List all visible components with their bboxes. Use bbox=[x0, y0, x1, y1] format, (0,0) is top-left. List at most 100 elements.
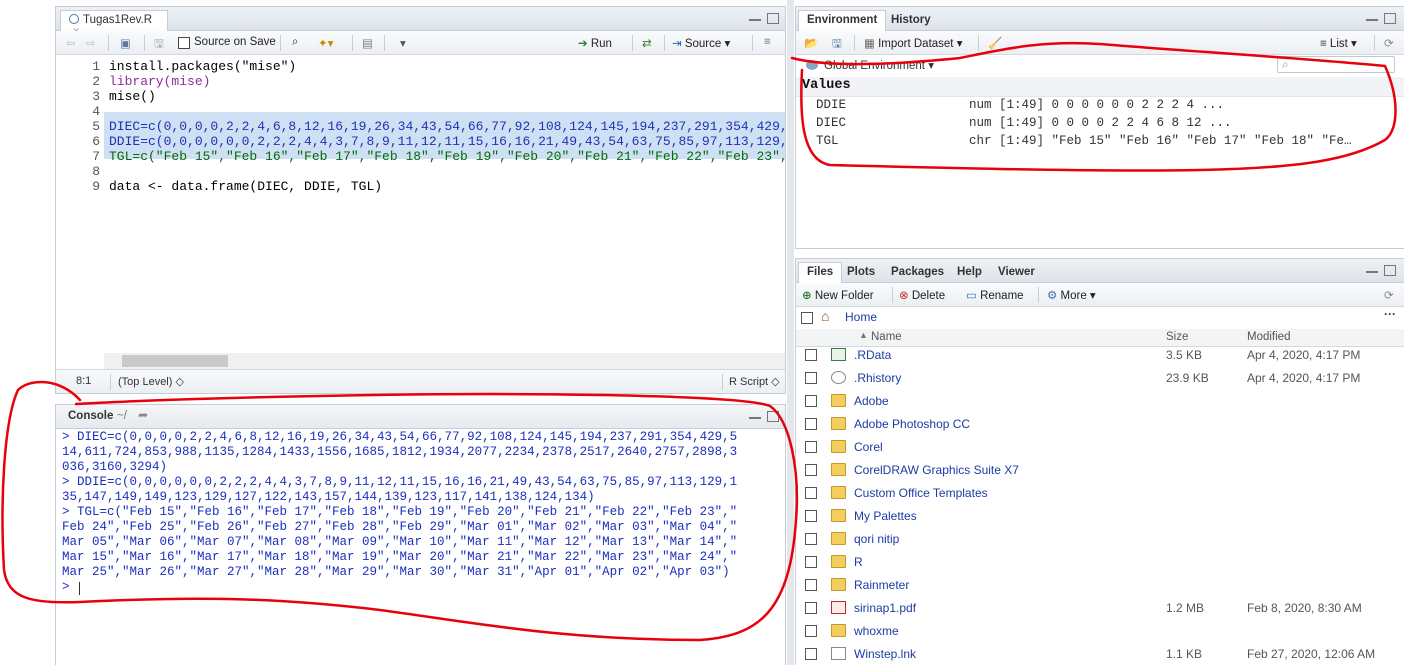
file-row[interactable]: .RData 3.5 KB Apr 4, 2020, 4:17 PM bbox=[796, 345, 1404, 368]
file-name-link[interactable]: Rainmeter bbox=[854, 578, 909, 592]
maximize-pane-icon[interactable] bbox=[1384, 13, 1396, 24]
env-variable-row[interactable]: TGL chr [1:49] "Feb 15" "Feb 16" "Feb 17… bbox=[796, 133, 1404, 151]
maximize-pane-icon[interactable] bbox=[767, 411, 779, 422]
outline-icon[interactable]: ≡ bbox=[764, 36, 771, 48]
rename-button[interactable]: ▭ Rename bbox=[966, 288, 1024, 302]
code-editor[interactable]: 1 2 3 4 5 6 7 8 9 install.packages("mise… bbox=[56, 55, 785, 369]
forward-arrow-icon[interactable]: ⇨ bbox=[86, 36, 96, 50]
search-icon[interactable]: ⌕ bbox=[292, 36, 298, 49]
file-checkbox[interactable] bbox=[805, 510, 817, 522]
file-checkbox[interactable] bbox=[805, 464, 817, 476]
file-checkbox[interactable] bbox=[805, 395, 817, 407]
minimize-pane-icon[interactable] bbox=[749, 13, 761, 21]
load-workspace-icon[interactable]: 📂 bbox=[804, 36, 818, 50]
list-view-selector[interactable]: ≡ List ▾ bbox=[1320, 36, 1357, 50]
tab-plots[interactable]: Plots bbox=[838, 262, 884, 283]
run-button[interactable]: ➔ Run bbox=[578, 36, 612, 50]
console-output[interactable]: > DIEC=c(0,0,0,0,2,2,4,6,8,12,16,19,26,3… bbox=[56, 429, 785, 665]
file-name-link[interactable]: qori nitip bbox=[854, 532, 899, 546]
horizontal-scrollbar[interactable] bbox=[104, 353, 785, 369]
file-row[interactable]: Custom Office Templates bbox=[796, 483, 1404, 506]
console-title[interactable]: Console bbox=[68, 410, 113, 422]
file-name-link[interactable]: .RData bbox=[854, 348, 891, 362]
file-row[interactable]: whoxme bbox=[796, 621, 1404, 644]
file-row[interactable]: My Palettes bbox=[796, 506, 1404, 529]
file-name-link[interactable]: Adobe bbox=[854, 394, 889, 408]
file-checkbox[interactable] bbox=[805, 556, 817, 568]
tab-viewer[interactable]: Viewer bbox=[989, 262, 1044, 283]
file-checkbox[interactable] bbox=[805, 533, 817, 545]
pane-splitter[interactable] bbox=[787, 0, 794, 665]
back-arrow-icon[interactable]: ⇦ bbox=[66, 36, 76, 50]
minimize-pane-icon[interactable] bbox=[749, 411, 761, 419]
minimize-pane-icon[interactable] bbox=[1366, 13, 1378, 21]
minimize-pane-icon[interactable] bbox=[1366, 265, 1378, 273]
code-tools-wand-icon[interactable]: ✦▾ bbox=[318, 36, 333, 50]
global-environment-selector[interactable]: Global Environment ▾ bbox=[824, 58, 934, 72]
file-name-link[interactable]: .Rhistory bbox=[854, 371, 901, 385]
tab-files[interactable]: Files bbox=[798, 262, 843, 283]
import-dataset-button[interactable]: ▦ Import Dataset ▾ bbox=[864, 36, 962, 50]
column-header-name[interactable]: Name bbox=[871, 331, 902, 343]
more-button[interactable]: ⚙ More ▾ bbox=[1047, 288, 1096, 302]
maximize-pane-icon[interactable] bbox=[767, 13, 779, 24]
file-checkbox[interactable] bbox=[805, 648, 817, 660]
file-checkbox[interactable] bbox=[805, 602, 817, 614]
env-variable-row[interactable]: DDIE num [1:49] 0 0 0 0 0 0 2 2 2 4 ... bbox=[796, 97, 1404, 115]
file-row[interactable]: sirinap1.pdf 1.2 MB Feb 8, 2020, 8:30 AM bbox=[796, 598, 1404, 621]
tab-packages[interactable]: Packages bbox=[882, 262, 953, 283]
source-button[interactable]: ⇥ Source ▾ bbox=[672, 36, 730, 50]
show-in-window-icon[interactable]: ▣ bbox=[120, 36, 131, 50]
file-row[interactable]: Winstep.lnk 1.1 KB Feb 27, 2020, 12:06 A… bbox=[796, 644, 1404, 665]
file-checkbox[interactable] bbox=[805, 487, 817, 499]
file-row[interactable]: Rainmeter bbox=[796, 575, 1404, 598]
file-checkbox[interactable] bbox=[805, 625, 817, 637]
file-name-link[interactable]: Adobe Photoshop CC bbox=[854, 417, 970, 431]
breadcrumb-home-link[interactable]: Home bbox=[845, 310, 877, 324]
save-icon[interactable]: 🖫 bbox=[154, 36, 164, 55]
source-on-save-checkbox[interactable] bbox=[178, 37, 190, 49]
rerun-icon[interactable]: ⇄ bbox=[642, 36, 652, 50]
new-folder-button[interactable]: ⊕ New Folder bbox=[802, 288, 874, 302]
file-checkbox[interactable] bbox=[805, 579, 817, 591]
options-dropdown-icon[interactable]: ▾ bbox=[400, 36, 406, 50]
select-all-checkbox[interactable] bbox=[801, 312, 813, 324]
file-row[interactable]: Corel bbox=[796, 437, 1404, 460]
file-row[interactable]: qori nitip bbox=[796, 529, 1404, 552]
file-name-link[interactable]: My Palettes bbox=[854, 509, 917, 523]
file-name-link[interactable]: Corel bbox=[854, 440, 883, 454]
file-row[interactable]: Adobe Photoshop CC bbox=[796, 414, 1404, 437]
compile-report-icon[interactable]: ▤ bbox=[362, 36, 373, 50]
more-options-icon[interactable]: ··· bbox=[1384, 307, 1396, 321]
file-checkbox[interactable] bbox=[805, 372, 817, 384]
file-name-link[interactable]: Winstep.lnk bbox=[854, 647, 916, 661]
tab-environment[interactable]: Environment bbox=[798, 10, 887, 31]
scope-selector[interactable]: (Top Level) ◇ bbox=[118, 375, 184, 388]
file-name-link[interactable]: whoxme bbox=[854, 624, 899, 638]
file-row[interactable]: R bbox=[796, 552, 1404, 575]
go-to-directory-icon[interactable]: ➦ bbox=[138, 408, 148, 422]
file-name-link[interactable]: sirinap1.pdf bbox=[854, 601, 916, 615]
file-row[interactable]: Adobe bbox=[796, 391, 1404, 414]
file-checkbox[interactable] bbox=[805, 349, 817, 361]
environment-search-input[interactable]: ⌕ bbox=[1277, 56, 1395, 73]
column-header-modified[interactable]: Modified bbox=[1247, 331, 1290, 343]
column-header-size[interactable]: Size bbox=[1166, 331, 1188, 343]
tab-history[interactable]: History bbox=[882, 10, 940, 31]
file-checkbox[interactable] bbox=[805, 418, 817, 430]
refresh-icon[interactable]: ⟳ bbox=[1384, 36, 1394, 50]
maximize-pane-icon[interactable] bbox=[1384, 265, 1396, 276]
console-prompt[interactable]: > bbox=[62, 580, 77, 595]
file-row[interactable]: .Rhistory 23.9 KB Apr 4, 2020, 4:17 PM bbox=[796, 368, 1404, 391]
file-checkbox[interactable] bbox=[805, 441, 817, 453]
file-name-link[interactable]: Custom Office Templates bbox=[854, 486, 988, 500]
tab-help[interactable]: Help bbox=[948, 262, 991, 283]
filetype-selector[interactable]: R Script ◇ bbox=[729, 375, 780, 388]
file-name-link[interactable]: R bbox=[854, 555, 863, 569]
delete-button[interactable]: ⊗ Delete bbox=[899, 288, 945, 302]
file-name-link[interactable]: CorelDRAW Graphics Suite X7 bbox=[854, 463, 1019, 477]
env-variable-row[interactable]: DIEC num [1:49] 0 0 0 0 2 2 4 6 8 12 ... bbox=[796, 115, 1404, 133]
file-row[interactable]: CorelDRAW Graphics Suite X7 bbox=[796, 460, 1404, 483]
refresh-icon[interactable]: ⟳ bbox=[1384, 288, 1394, 302]
save-workspace-icon[interactable]: 🖫 bbox=[832, 36, 842, 55]
